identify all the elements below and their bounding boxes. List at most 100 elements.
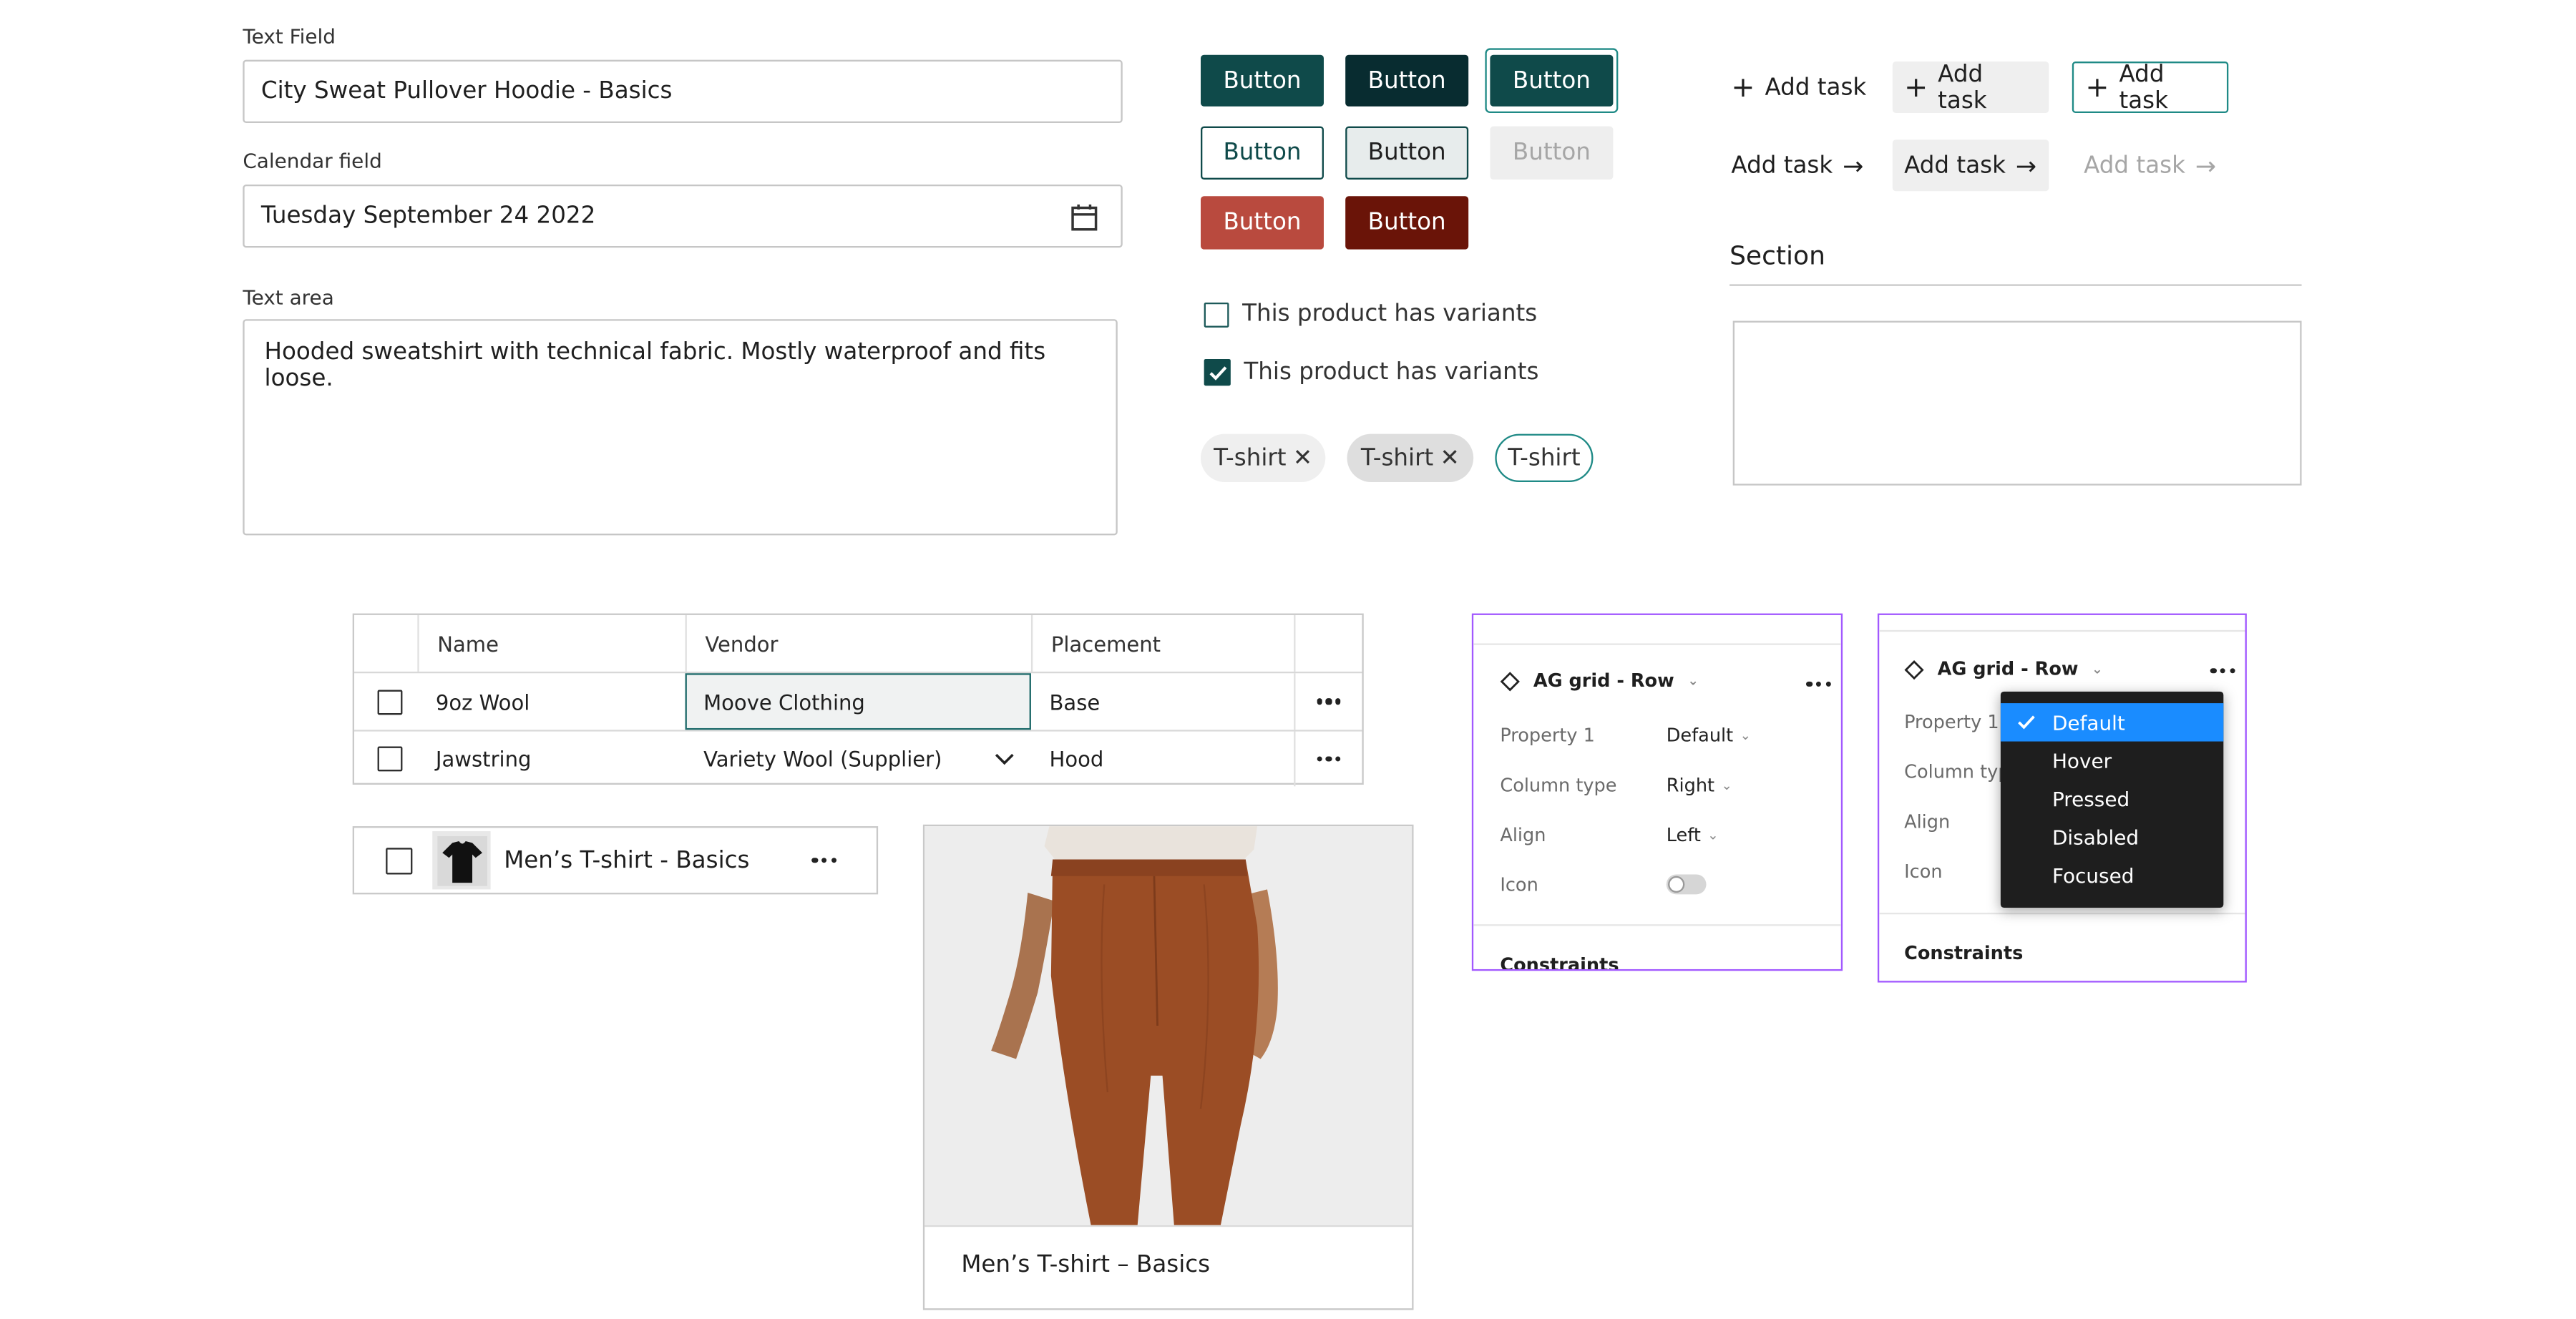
add-task-button[interactable]: + Add task <box>1719 62 1878 113</box>
secondary-button[interactable]: Button <box>1201 126 1324 180</box>
disabled-button[interactable]: Button <box>1490 126 1614 180</box>
add-task-button-focused[interactable]: + Add task <box>2072 61 2229 114</box>
checkbox-label: This product has variants <box>1242 300 1538 328</box>
product-image <box>924 826 1413 1225</box>
icon-toggle[interactable] <box>1666 874 1707 895</box>
property-value: Default <box>1666 724 1734 746</box>
cell-name[interactable]: Jawstring <box>417 732 685 787</box>
table-row[interactable]: 9oz Wool Moove Clothing Base <box>354 673 1362 732</box>
section-title: Section <box>1729 240 1825 271</box>
primary-button-hover[interactable]: Button <box>1345 54 1469 107</box>
table-row[interactable]: Jawstring Variety Wool (Supplier) Hood <box>354 731 1362 787</box>
property-select[interactable]: Default ⌄ <box>1667 724 1751 745</box>
plus-icon: + <box>1904 70 1928 104</box>
add-task-link-disabled[interactable]: Add task → <box>2072 139 2228 191</box>
danger-button-hover[interactable]: Button <box>1345 196 1469 250</box>
menu-item-label: Hover <box>2051 749 2112 773</box>
component-name-row[interactable]: AG grid - Row ⌄ <box>1500 670 1699 692</box>
primary-button-focused[interactable]: Button <box>1490 54 1614 107</box>
chevron-down-icon[interactable]: ⌄ <box>1687 673 1699 688</box>
menu-item-default[interactable]: Default <box>2000 703 2224 742</box>
variant-checkbox-checked[interactable]: This product has variants <box>1204 359 1539 386</box>
menu-item-disabled[interactable]: Disabled <box>2001 818 2223 855</box>
property-select[interactable]: Right ⌄ <box>1667 774 1732 795</box>
header-select-cell <box>354 615 417 672</box>
component-name-row[interactable]: AG grid - Row ⌄ <box>1904 658 2103 680</box>
add-task-label: Add task <box>1938 60 1987 114</box>
checkbox-box[interactable] <box>1204 301 1229 327</box>
add-task-link-hover[interactable]: Add task → <box>1892 139 2049 192</box>
column-header-placement[interactable]: Placement <box>1030 614 1294 672</box>
cell-placement[interactable]: Base <box>1031 673 1294 730</box>
checkbox-checked-box[interactable] <box>1204 359 1231 386</box>
property-row: Property 1 Default ⌄ <box>1500 710 1751 760</box>
chip-label: T-shirt <box>1360 444 1434 471</box>
more-icon[interactable] <box>2210 668 2235 674</box>
add-task-button-hover[interactable]: + Add task <box>1892 60 2049 114</box>
chevron-down-icon: ⌄ <box>1721 777 1732 793</box>
component-diamond-icon <box>1500 671 1520 691</box>
list-item-checkbox[interactable] <box>386 847 413 874</box>
add-task-link[interactable]: Add task → <box>1719 139 1875 191</box>
vendor-select-value: Variety Wool (Supplier) <box>703 746 942 772</box>
panel-divider <box>1473 924 1841 926</box>
chip-selected[interactable]: T-shirt <box>1495 433 1594 482</box>
danger-button[interactable]: Button <box>1201 196 1324 250</box>
property-key: Align <box>1500 823 1546 845</box>
row-checkbox[interactable] <box>376 746 402 772</box>
menu-item-hover[interactable]: Hover <box>2001 742 2223 780</box>
component-diamond-icon <box>1904 659 1924 680</box>
menu-item-pressed[interactable]: Pressed <box>2001 780 2223 818</box>
product-card[interactable]: Men’s T-shirt – Basics <box>922 824 1414 1310</box>
text-area-label: Text area <box>243 285 334 310</box>
menu-item-focused[interactable]: Focused <box>2001 856 2223 894</box>
cell-vendor-focused[interactable]: Moove Clothing <box>685 673 1031 730</box>
column-header-vendor[interactable]: Vendor <box>685 614 1031 672</box>
more-icon[interactable] <box>1317 699 1341 705</box>
property-dropdown-menu: Default Hover Pressed Disabled Focused <box>2000 691 2224 908</box>
chevron-down-icon: ⌄ <box>1707 827 1719 843</box>
cell-vendor-select[interactable]: Variety Wool (Supplier) <box>686 732 1031 787</box>
row-select-cell[interactable] <box>354 732 417 787</box>
property-row: Column type Right ⌄ <box>1500 760 1751 810</box>
chevron-down-icon[interactable]: ⌄ <box>2092 662 2103 677</box>
calendar-field-label: Calendar field <box>243 149 382 173</box>
calendar-field-input[interactable]: Tuesday September 24 2022 <box>243 184 1123 248</box>
calendar-icon[interactable] <box>1071 203 1098 232</box>
text-field-input[interactable]: City Sweat Pullover Hoodie - Basics <box>243 59 1123 123</box>
row-actions-cell[interactable] <box>1294 673 1362 730</box>
chip-label: T-shirt <box>1508 444 1581 471</box>
row-actions-cell[interactable] <box>1294 731 1362 787</box>
constraints-heading: Constraints <box>1904 942 2024 964</box>
property-select[interactable]: Left ⌄ <box>1667 824 1719 845</box>
chip[interactable]: T-shirt ✕ <box>1201 433 1326 482</box>
chevron-down-icon: ⌄ <box>1740 727 1752 742</box>
close-icon[interactable]: ✕ <box>1440 445 1460 471</box>
data-grid: Name Vendor Placement 9oz Wool Moove Clo… <box>352 613 1364 787</box>
row-checkbox[interactable] <box>376 689 402 715</box>
arrow-right-icon: → <box>2195 150 2217 181</box>
text-field-label: Text Field <box>243 24 336 49</box>
primary-button[interactable]: Button <box>1201 54 1324 107</box>
list-item[interactable]: Men’s T-shirt - Basics <box>352 826 879 895</box>
arrow-right-icon: → <box>1843 150 1864 181</box>
property-value: Right <box>1666 773 1715 796</box>
text-area-input[interactable]: Hooded sweatshirt with technical fabric.… <box>243 319 1118 536</box>
row-select-cell[interactable] <box>354 673 417 730</box>
variant-checkbox-unchecked[interactable]: This product has variants <box>1204 300 1538 328</box>
cell-placement[interactable]: Hood <box>1031 732 1294 787</box>
close-icon[interactable]: ✕ <box>1293 445 1312 471</box>
checkbox-label: This product has variants <box>1244 359 1539 386</box>
more-icon[interactable] <box>1317 756 1341 762</box>
card-divider <box>924 1225 1413 1227</box>
chip-hover[interactable]: T-shirt ✕ <box>1347 433 1474 482</box>
more-icon[interactable] <box>812 858 837 863</box>
more-icon[interactable] <box>1806 681 1831 687</box>
panel-divider <box>1473 643 1841 645</box>
cell-name[interactable]: 9oz Wool <box>417 673 685 730</box>
property-key: Icon <box>1500 873 1538 896</box>
column-header-name[interactable]: Name <box>417 614 685 672</box>
chevron-down-icon[interactable] <box>995 752 1015 766</box>
toggle-knob <box>1668 876 1685 893</box>
secondary-button-hover[interactable]: Button <box>1345 126 1469 180</box>
